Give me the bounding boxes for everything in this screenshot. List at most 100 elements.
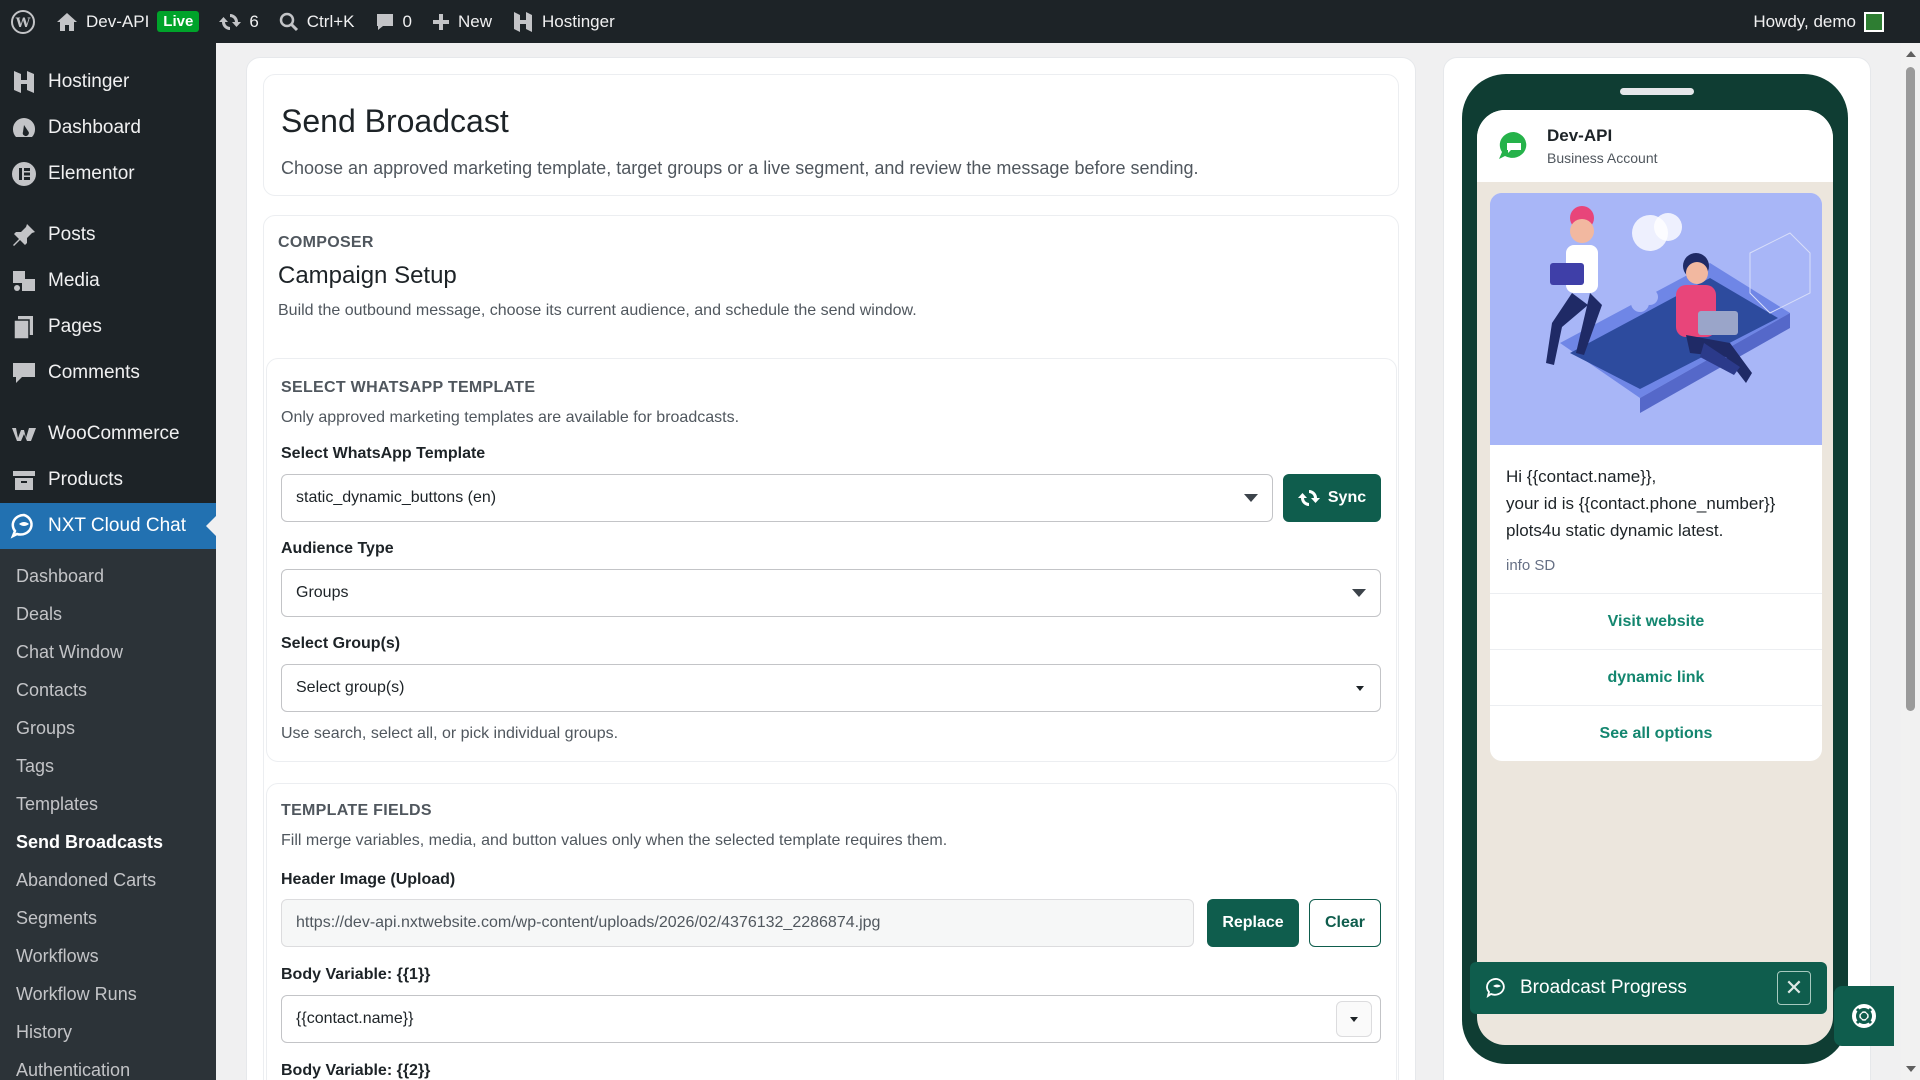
submenu-item-tags[interactable]: Tags — [0, 747, 216, 785]
sidebar-item-elementor[interactable]: Elementor — [0, 151, 216, 197]
scroll-down-icon[interactable] — [1906, 1066, 1916, 1072]
greeting: Howdy, demo — [1753, 11, 1856, 31]
business-subtitle: Business Account — [1547, 150, 1658, 166]
wordpress-icon: W — [11, 9, 35, 34]
command-search[interactable]: Ctrl+K — [269, 0, 365, 43]
broadcast-progress-toast[interactable]: Broadcast Progress ✕ — [1470, 962, 1827, 1014]
header-image — [1490, 193, 1822, 445]
pin-icon — [13, 224, 35, 246]
submenu-item-templates[interactable]: Templates — [0, 785, 216, 823]
admin-sidebar: Hostinger Dashboard Elementor Posts Medi… — [0, 43, 216, 1080]
lifebuoy-icon — [1852, 1004, 1876, 1028]
wordpress-logo[interactable]: W — [0, 0, 46, 43]
audience-type-value: Groups — [296, 584, 349, 601]
updates-count: 6 — [249, 11, 259, 31]
submenu-item-authentication[interactable]: Authentication — [0, 1051, 216, 1080]
sidebar-item-products[interactable]: Products — [0, 457, 216, 503]
sidebar-item-comments[interactable]: Comments — [0, 350, 216, 396]
hostinger-icon — [513, 11, 532, 32]
comment-icon — [13, 363, 35, 383]
chat-header: Dev-API Business Account — [1477, 110, 1833, 182]
comments-link[interactable]: 0 — [365, 0, 422, 43]
business-chat-icon — [1499, 131, 1527, 159]
audience-type-label: Audience Type — [281, 540, 394, 557]
body-variable-1-value: {{contact.name}} — [296, 1010, 414, 1027]
submenu-item-send-broadcasts[interactable]: Send Broadcasts — [0, 823, 216, 861]
avatar — [1864, 11, 1884, 32]
woo-icon — [12, 428, 36, 441]
chevron-down-icon — [1350, 1017, 1358, 1022]
home-icon — [57, 12, 77, 31]
account-menu[interactable]: Howdy, demo — [1743, 0, 1920, 43]
submenu-item-history[interactable]: History — [0, 1013, 216, 1051]
select-groups-placeholder: Select group(s) — [296, 679, 405, 696]
sidebar-item-woocommerce[interactable]: WooCommerce — [0, 411, 216, 457]
submenu-item-contacts[interactable]: Contacts — [0, 671, 216, 709]
sidebar-item-label: WooCommerce — [48, 423, 180, 444]
scroll-thumb[interactable] — [1906, 67, 1915, 711]
page-header: Send Broadcast Choose an approved market… — [263, 74, 1399, 196]
phone-notch — [1620, 88, 1694, 95]
close-icon[interactable]: ✕ — [1777, 971, 1811, 1005]
submenu-item-abandoned-carts[interactable]: Abandoned Carts — [0, 861, 216, 899]
page-scrollbar[interactable] — [1901, 43, 1920, 1080]
svg-text:W: W — [15, 16, 31, 31]
select-groups-help: Use search, select all, or pick individu… — [281, 725, 619, 742]
chat-icon — [10, 513, 33, 539]
message-line-2: your id is {{contact.phone_number}} — [1506, 494, 1776, 513]
support-fab[interactable] — [1834, 986, 1894, 1046]
header-image-label: Header Image (Upload) — [281, 871, 456, 888]
select-groups-field[interactable]: Select group(s) — [281, 664, 1381, 712]
header-image-url-field[interactable]: https://dev-api.nxtwebsite.com/wp-conten… — [281, 899, 1194, 947]
hostinger-link[interactable]: Hostinger — [502, 0, 625, 43]
visit-website-button[interactable]: Visit website — [1490, 593, 1822, 649]
updates-link[interactable]: 6 — [209, 0, 268, 43]
sidebar-item-posts[interactable]: Posts — [0, 212, 216, 258]
dashboard-icon — [12, 118, 36, 137]
sidebar-item-label: Media — [48, 270, 100, 291]
plus-icon — [432, 13, 449, 30]
search-shortcut: Ctrl+K — [306, 11, 355, 31]
template-section-help: Only approved marketing templates are av… — [281, 409, 740, 426]
submenu-item-segments[interactable]: Segments — [0, 899, 216, 937]
chat-icon — [1486, 978, 1505, 999]
body-variable-1-field[interactable]: {{contact.name}} — [281, 995, 1381, 1043]
submenu-item-workflows[interactable]: Workflows — [0, 937, 216, 975]
submenu-item-dashboard[interactable]: Dashboard — [0, 557, 216, 595]
composer-description: Build the outbound message, choose its c… — [278, 302, 917, 319]
clear-button[interactable]: Clear — [1309, 899, 1381, 947]
message-footer: info SD — [1506, 557, 1556, 574]
media-icon — [13, 271, 35, 291]
composer-title: Campaign Setup — [278, 262, 457, 289]
sidebar-item-dashboard[interactable]: Dashboard — [0, 105, 216, 151]
sidebar-item-nxt-cloud-chat[interactable]: NXT Cloud Chat — [0, 503, 216, 549]
page-title: Send Broadcast — [281, 103, 509, 139]
site-name-link[interactable]: Dev-API Live — [46, 0, 209, 43]
sidebar-item-hostinger[interactable]: Hostinger — [0, 59, 216, 105]
submenu-item-groups[interactable]: Groups — [0, 709, 216, 747]
submenu-item-deals[interactable]: Deals — [0, 595, 216, 633]
sidebar-item-pages[interactable]: Pages — [0, 304, 216, 350]
broadcast-progress-label: Broadcast Progress — [1520, 977, 1687, 998]
sidebar-item-label: NXT Cloud Chat — [48, 515, 186, 536]
variable-picker-button[interactable] — [1336, 1001, 1372, 1037]
sidebar-item-label: Dashboard — [48, 117, 141, 138]
message-bubble: Hi {{contact.name}}, your id is {{contac… — [1490, 193, 1822, 761]
replace-button[interactable]: Replace — [1207, 899, 1299, 947]
template-fields-eyebrow: TEMPLATE FIELDS — [281, 802, 432, 819]
nxt-cloud-chat-submenu: Dashboard Deals Chat Window Contacts Gro… — [0, 549, 216, 1080]
hostinger-label: Hostinger — [541, 11, 615, 31]
sidebar-item-label: Products — [48, 469, 123, 490]
see-all-options-button[interactable]: See all options — [1490, 705, 1822, 761]
dynamic-link-button[interactable]: dynamic link — [1490, 649, 1822, 705]
scroll-up-icon[interactable] — [1906, 51, 1916, 57]
template-section-eyebrow: SELECT WHATSAPP TEMPLATE — [281, 379, 536, 396]
sync-button[interactable]: Sync — [1283, 474, 1381, 522]
submenu-item-workflow-runs[interactable]: Workflow Runs — [0, 975, 216, 1013]
submenu-item-chat-window[interactable]: Chat Window — [0, 633, 216, 671]
sidebar-item-label: Pages — [48, 316, 102, 337]
template-select[interactable]: static_dynamic_buttons (en) — [281, 474, 1273, 522]
sidebar-item-media[interactable]: Media — [0, 258, 216, 304]
audience-type-select[interactable]: Groups — [281, 569, 1381, 617]
new-content-link[interactable]: New — [422, 0, 502, 43]
